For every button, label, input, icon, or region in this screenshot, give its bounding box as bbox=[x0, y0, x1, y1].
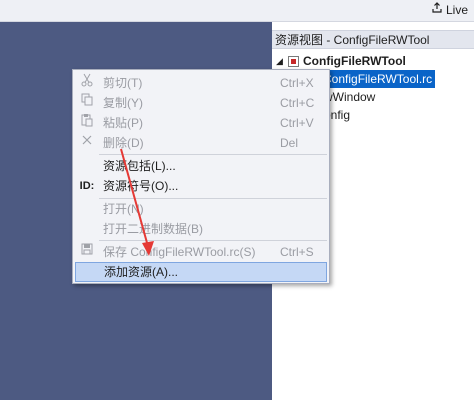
menu-item-paste[interactable]: 粘贴(P) Ctrl+V bbox=[74, 113, 328, 133]
menu-item-open[interactable]: 打开(N) bbox=[74, 199, 328, 219]
tree-root-item[interactable]: ◢ ConfigFileRWTool bbox=[276, 52, 406, 70]
resource-file-icon bbox=[288, 55, 299, 67]
tree-item-selected[interactable]: ConfigFileRWTool.rc bbox=[320, 70, 436, 88]
live-share-button[interactable]: Live bbox=[431, 2, 468, 17]
menu-item-resource-symbols[interactable]: ID: 资源符号(O)... bbox=[74, 176, 328, 196]
menu-item-copy[interactable]: 复制(Y) Ctrl+C bbox=[74, 93, 328, 113]
live-label: Live bbox=[445, 2, 468, 17]
collapse-arrow-icon[interactable]: ◢ bbox=[276, 52, 284, 70]
tree-root-label: ConfigFileRWTool bbox=[303, 54, 406, 68]
menu-item-add-resource[interactable]: 添加资源(A)... bbox=[75, 262, 327, 282]
panel-title: 资源视图 - ConfigFileRWTool bbox=[272, 30, 474, 49]
menu-item-cut[interactable]: 剪切(T) Ctrl+X bbox=[74, 73, 328, 93]
save-icon bbox=[78, 242, 96, 262]
delete-icon bbox=[78, 133, 96, 153]
menu-item-resource-includes[interactable]: 资源包括(L)... bbox=[74, 156, 328, 176]
tree-item[interactable]: wWindow bbox=[324, 88, 375, 106]
share-icon bbox=[431, 2, 443, 17]
menu-item-delete[interactable]: 删除(D) Del bbox=[74, 133, 328, 153]
menu-separator bbox=[99, 154, 327, 155]
copy-icon bbox=[78, 93, 96, 113]
context-menu: 剪切(T) Ctrl+X 复制(Y) Ctrl+C 粘贴(P) Ctrl+V 删… bbox=[72, 69, 330, 284]
menu-separator bbox=[99, 240, 327, 241]
menu-item-save[interactable]: 保存 ConfigFileRWTool.rc(S) Ctrl+S bbox=[74, 242, 328, 262]
cut-icon bbox=[78, 73, 96, 93]
menu-item-open-binary[interactable]: 打开二进制数据(B) bbox=[74, 219, 328, 239]
paste-icon bbox=[78, 113, 96, 133]
id-icon: ID: bbox=[79, 180, 95, 192]
title-bar: Live bbox=[0, 0, 474, 22]
